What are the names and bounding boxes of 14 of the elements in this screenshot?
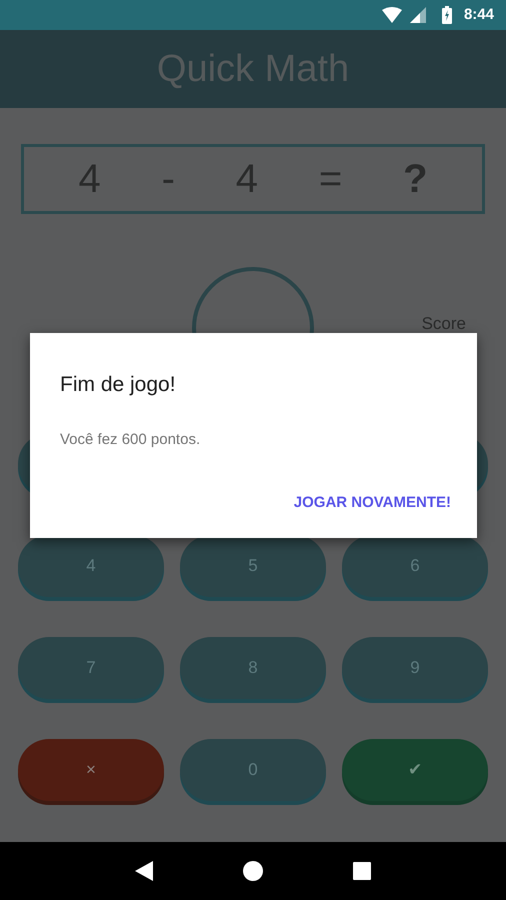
- equation-term: =: [318, 156, 342, 203]
- keypad-button[interactable]: ✔: [342, 739, 488, 801]
- keypad-button[interactable]: ×: [18, 739, 164, 801]
- equation-term: ?: [403, 156, 428, 203]
- wifi-icon: [382, 7, 402, 23]
- battery-charging-icon: [442, 6, 452, 24]
- clock-time: 8:44: [464, 4, 494, 25]
- back-icon[interactable]: [135, 861, 153, 881]
- signal-icon: [410, 7, 426, 23]
- home-icon[interactable]: [243, 861, 263, 881]
- play-again-button[interactable]: JOGAR NOVAMENTE!: [286, 488, 459, 518]
- dialog-message: Você fez 600 pontos.: [60, 430, 202, 450]
- dialog-title: Fim de jogo!: [60, 372, 177, 398]
- equation-term: -: [162, 156, 175, 203]
